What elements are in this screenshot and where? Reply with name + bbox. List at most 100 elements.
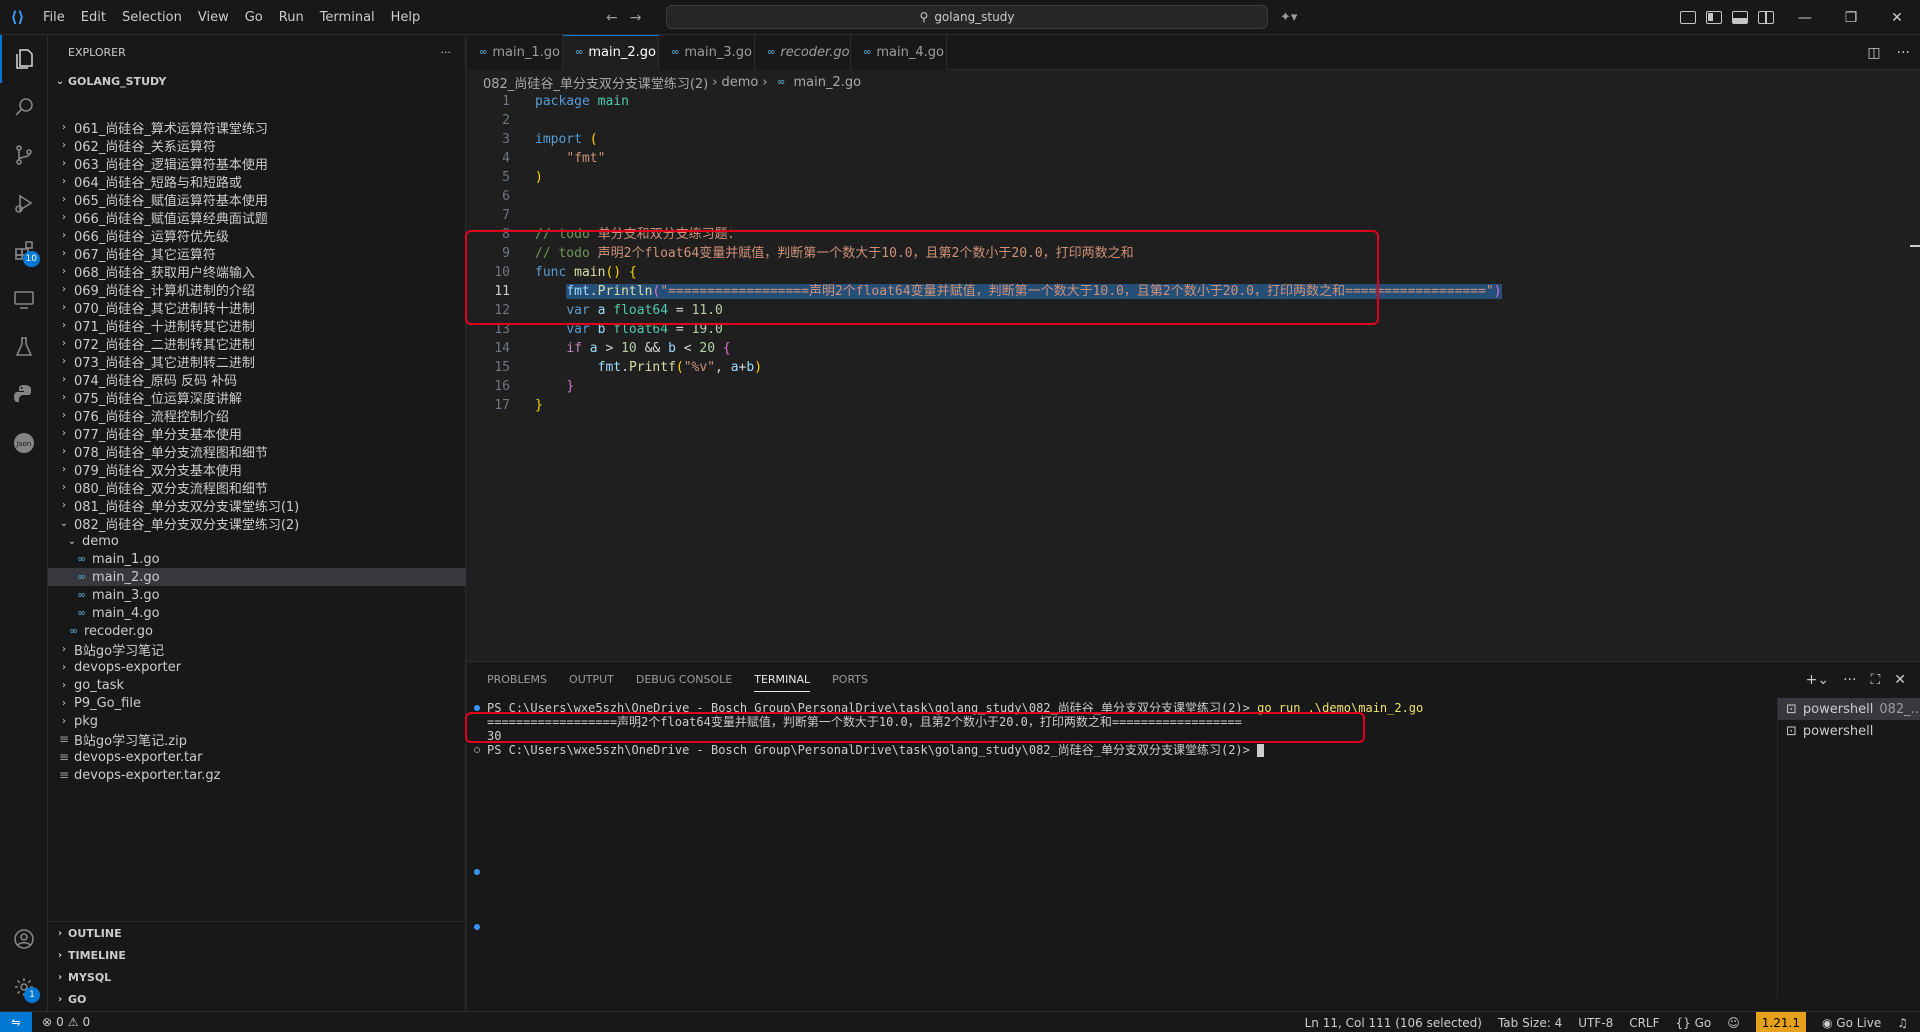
- menu-selection[interactable]: Selection: [114, 0, 190, 35]
- tree-folder[interactable]: › 062_尚硅谷_关系运算符: [48, 136, 466, 155]
- tree-file[interactable]: ∞ main_2.go: [48, 568, 466, 586]
- tree-folder[interactable]: ⌄ 082_尚硅谷_单分支双分支课堂练习(2): [48, 514, 466, 533]
- tab-output[interactable]: OUTPUT: [569, 673, 614, 686]
- tab-ports[interactable]: PORTS: [832, 673, 868, 686]
- tree-folder[interactable]: › pkg: [48, 712, 466, 730]
- more-actions-icon[interactable]: ···: [1843, 672, 1856, 688]
- code-editor[interactable]: 1 package main 2 3 import (4 "fmt" 5) 6 7 8// to…: [467, 92, 1907, 415]
- tree-folder[interactable]: › 069_尚硅谷_计算机进制的介绍: [48, 280, 466, 299]
- menu-terminal[interactable]: Terminal: [312, 0, 383, 35]
- tree-folder[interactable]: › P9_Go_file: [48, 694, 466, 712]
- tab-size[interactable]: Tab Size: 4: [1498, 1016, 1562, 1030]
- source-control-icon[interactable]: [0, 131, 48, 179]
- tree-folder[interactable]: › 068_尚硅谷_获取用户终端输入: [48, 262, 466, 281]
- tree-folder[interactable]: › 065_尚硅谷_赋值运算符基本使用: [48, 190, 466, 209]
- toggle-secondary-sidebar-icon[interactable]: [1758, 11, 1774, 24]
- tree-folder[interactable]: › 075_尚硅谷_位运算深度讲解: [48, 388, 466, 407]
- tree-folder[interactable]: › 080_尚硅谷_双分支流程图和细节: [48, 478, 466, 497]
- tree-folder[interactable]: › 063_尚硅谷_逻辑运算符基本使用: [48, 154, 466, 173]
- tab-terminal[interactable]: TERMINAL: [754, 673, 811, 692]
- encoding[interactable]: UTF-8: [1578, 1016, 1613, 1030]
- tree-folder[interactable]: › 078_尚硅谷_单分支流程图和细节: [48, 442, 466, 461]
- tree-file[interactable]: ∞ main_4.go: [48, 604, 466, 622]
- copilot-status-icon[interactable]: ☺: [1727, 1016, 1740, 1030]
- menu-view[interactable]: View: [190, 0, 237, 35]
- tree-folder[interactable]: › 061_尚硅谷_算术运算符课堂练习: [48, 118, 466, 137]
- tree-file[interactable]: ≡ devops-exporter.tar: [48, 748, 466, 766]
- menu-file[interactable]: File: [35, 0, 73, 35]
- restore-icon[interactable]: ❐: [1828, 0, 1874, 35]
- section-go[interactable]: › GO: [48, 988, 466, 1010]
- tree-folder[interactable]: › 066_尚硅谷_运算符优先级: [48, 226, 466, 245]
- toggle-primary-sidebar-icon[interactable]: [1706, 11, 1722, 24]
- remote-explorer-icon[interactable]: [0, 275, 48, 323]
- editor-tab[interactable]: ∞main_2.go✕: [563, 35, 680, 70]
- manage-gear-icon[interactable]: 1: [0, 963, 48, 1011]
- tree-folder[interactable]: › devops-exporter: [48, 658, 466, 676]
- run-debug-icon[interactable]: [0, 179, 48, 227]
- new-terminal-icon[interactable]: +⌄: [1806, 672, 1829, 688]
- tree-folder[interactable]: › B站go学习笔记: [48, 640, 466, 659]
- problems-status[interactable]: ⊗ 0 ⚠ 0: [42, 1015, 90, 1029]
- editor-tab[interactable]: ∞ main_1.go: [467, 35, 563, 70]
- close-panel-icon[interactable]: ✕: [1894, 672, 1906, 688]
- go-version-badge[interactable]: 1.21.1: [1755, 1012, 1806, 1032]
- section-mysql[interactable]: › MYSQL: [48, 966, 466, 988]
- menu-edit[interactable]: Edit: [73, 0, 114, 35]
- minimap[interactable]: [1910, 245, 1920, 247]
- minimize-icon[interactable]: —: [1782, 0, 1828, 35]
- tree-folder[interactable]: › 066_尚硅谷_赋值运算经典面试题: [48, 208, 466, 227]
- customize-layout-icon[interactable]: [1680, 11, 1696, 24]
- close-window-icon[interactable]: ✕: [1874, 0, 1920, 35]
- tree-folder[interactable]: › 074_尚硅谷_原码 反码 补码: [48, 370, 466, 389]
- tree-file[interactable]: ∞ main_3.go: [48, 586, 466, 604]
- terminal-output[interactable]: PS C:\Users\wxe5szh\OneDrive - Bosch Gro…: [467, 700, 1767, 1000]
- search-view-icon[interactable]: [0, 83, 48, 131]
- menu-help[interactable]: Help: [383, 0, 429, 35]
- breadcrumb-subfolder[interactable]: demo: [721, 75, 758, 90]
- testing-flask-icon[interactable]: [0, 323, 48, 371]
- maximize-panel-icon[interactable]: ⛶: [1870, 672, 1880, 688]
- editor-tab[interactable]: ∞ recoder.go: [755, 35, 851, 70]
- section-timeline[interactable]: › TIMELINE: [48, 944, 466, 966]
- notifications-bell-icon[interactable]: ♫: [1897, 1016, 1908, 1030]
- editor-tab[interactable]: ∞ main_3.go: [659, 35, 755, 70]
- tree-folder[interactable]: ⌄ demo: [48, 532, 466, 550]
- breadcrumb-folder[interactable]: 082_尚硅谷_单分支双分支课堂练习(2): [483, 73, 708, 92]
- tree-file[interactable]: ≡ B站go学习笔记.zip: [48, 730, 466, 749]
- terminal-entry[interactable]: ⊡ powershell 082_...: [1778, 698, 1920, 720]
- forward-arrow-icon[interactable]: →: [630, 10, 642, 26]
- tab-problems[interactable]: PROBLEMS: [487, 673, 547, 686]
- tree-folder[interactable]: › 071_尚硅谷_十进制转其它进制: [48, 316, 466, 335]
- remote-indicator-icon[interactable]: ⇋: [0, 1011, 32, 1032]
- tree-file[interactable]: ∞ main_1.go: [48, 550, 466, 568]
- tree-folder[interactable]: › 072_尚硅谷_二进制转其它进制: [48, 334, 466, 353]
- tree-folder[interactable]: › 077_尚硅谷_单分支基本使用: [48, 424, 466, 443]
- go-live-button[interactable]: ◉ Go Live: [1822, 1016, 1881, 1030]
- tree-folder[interactable]: › 081_尚硅谷_单分支双分支课堂练习(1): [48, 496, 466, 515]
- tree-file[interactable]: ≡ devops-exporter.tar.gz: [48, 766, 466, 784]
- tree-folder[interactable]: › 064_尚硅谷_短路与和短路或: [48, 172, 466, 191]
- more-actions-icon[interactable]: ···: [441, 46, 452, 59]
- tree-folder[interactable]: › 076_尚硅谷_流程控制介绍: [48, 406, 466, 425]
- copilot-icon[interactable]: ✦▾: [1280, 0, 1297, 35]
- terminal-entry[interactable]: ⊡ powershell: [1778, 720, 1920, 742]
- extensions-icon[interactable]: 10: [0, 227, 48, 275]
- tree-folder[interactable]: › 070_尚硅谷_其它进制转十进制: [48, 298, 466, 317]
- back-arrow-icon[interactable]: ←: [606, 10, 618, 26]
- language-mode[interactable]: {} Go: [1676, 1016, 1712, 1030]
- more-actions-icon[interactable]: ···: [1897, 45, 1910, 61]
- end-of-line[interactable]: CRLF: [1629, 1016, 1659, 1030]
- menu-go[interactable]: Go: [237, 0, 271, 35]
- command-center-search[interactable]: ⚲ golang_study: [666, 5, 1268, 29]
- python-icon[interactable]: [0, 371, 48, 419]
- tab-debug-console[interactable]: DEBUG CONSOLE: [636, 673, 732, 686]
- toggle-panel-icon[interactable]: [1732, 11, 1748, 24]
- tree-folder[interactable]: › 073_尚硅谷_其它进制转二进制: [48, 352, 466, 371]
- explorer-icon[interactable]: [0, 35, 48, 83]
- cursor-position[interactable]: Ln 11, Col 111 (106 selected): [1305, 1016, 1482, 1030]
- menu-run[interactable]: Run: [271, 0, 312, 35]
- tree-folder[interactable]: › 079_尚硅谷_双分支基本使用: [48, 460, 466, 479]
- editor-tab[interactable]: ∞ main_4.go: [851, 35, 947, 70]
- tree-folder[interactable]: › 067_尚硅谷_其它运算符: [48, 244, 466, 263]
